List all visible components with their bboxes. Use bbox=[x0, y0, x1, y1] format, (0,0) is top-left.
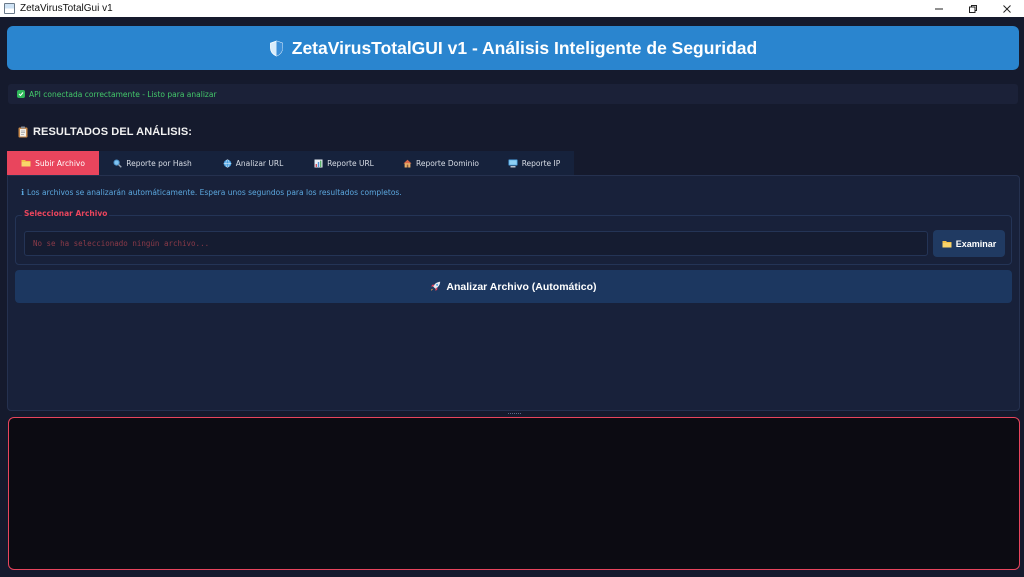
folder-icon bbox=[21, 159, 31, 167]
tab-content-panel: ℹ Los archivos se analizarán automáticam… bbox=[7, 175, 1020, 411]
tab-reporte-ip[interactable]: Reporte IP bbox=[494, 151, 574, 175]
tab-label: Subir Archivo bbox=[35, 158, 85, 168]
results-heading-text: RESULTADOS DEL ANÁLISIS: bbox=[33, 126, 193, 138]
window-controls bbox=[922, 0, 1024, 17]
file-path-placeholder: No se ha seleccionado ningún archivo... bbox=[33, 239, 210, 248]
header-banner: ZetaVirusTotalGUI v1 - Análisis Intelige… bbox=[7, 26, 1019, 70]
tab-reporte-url[interactable]: Reporte URL bbox=[300, 151, 388, 175]
tab-label: Reporte Dominio bbox=[415, 158, 480, 168]
close-icon bbox=[1003, 4, 1011, 13]
bar-chart-icon bbox=[314, 159, 323, 168]
window-title: ZetaVirusTotalGui v1 bbox=[20, 3, 113, 14]
minimize-button[interactable] bbox=[922, 0, 956, 17]
tab-label: Reporte IP bbox=[521, 158, 561, 168]
shield-icon bbox=[269, 40, 283, 56]
minimize-icon bbox=[935, 8, 943, 9]
globe-icon bbox=[223, 158, 232, 168]
splitter-handle[interactable] bbox=[508, 413, 521, 415]
folder-icon bbox=[942, 240, 952, 248]
page-title: ZetaVirusTotalGUI v1 - Análisis Intelige… bbox=[291, 37, 758, 58]
tab-label: Reporte URL bbox=[327, 158, 374, 168]
restore-button[interactable] bbox=[956, 0, 990, 17]
window-title-bar: ZetaVirusTotalGui v1 bbox=[0, 0, 1024, 17]
restore-icon bbox=[969, 4, 977, 13]
api-status-text: API conectada correctamente - Listo para… bbox=[29, 89, 217, 99]
clipboard-icon bbox=[18, 126, 28, 138]
analyze-file-button-label: Analizar Archivo (Automático) bbox=[446, 280, 597, 293]
magnifier-icon bbox=[113, 159, 122, 168]
tab-label: Reporte por Hash bbox=[126, 158, 192, 168]
group-label: Seleccionar Archivo bbox=[22, 209, 110, 218]
close-button[interactable] bbox=[990, 0, 1024, 17]
tab-reporte-hash[interactable]: Reporte por Hash bbox=[99, 151, 206, 175]
results-output-area[interactable] bbox=[8, 417, 1020, 570]
tab-subir-archivo[interactable]: Subir Archivo bbox=[7, 151, 99, 175]
api-status-bar: API conectada correctamente - Listo para… bbox=[8, 84, 1018, 104]
browse-button-label: Examinar bbox=[955, 238, 997, 249]
info-icon: ℹ bbox=[21, 188, 25, 197]
computer-icon bbox=[508, 159, 518, 168]
results-heading: RESULTADOS DEL ANÁLISIS: bbox=[18, 126, 192, 138]
browse-button[interactable]: Examinar bbox=[933, 230, 1005, 257]
app-window-icon bbox=[4, 3, 15, 14]
tab-bar: Subir Archivo Reporte por Hash Analizar … bbox=[7, 151, 574, 175]
tab-label: Analizar URL bbox=[235, 158, 284, 168]
house-icon bbox=[403, 159, 412, 168]
analyze-file-button[interactable]: Analizar Archivo (Automático) bbox=[15, 270, 1012, 303]
info-message-text: Los archivos se analizarán automáticamen… bbox=[27, 188, 402, 197]
file-path-input[interactable]: No se ha seleccionado ningún archivo... bbox=[24, 231, 928, 256]
rocket-icon bbox=[430, 281, 441, 292]
info-message: ℹ Los archivos se analizarán automáticam… bbox=[21, 188, 402, 197]
tab-reporte-dominio[interactable]: Reporte Dominio bbox=[388, 151, 494, 175]
check-icon bbox=[17, 90, 25, 98]
file-select-group: Seleccionar Archivo No se ha seleccionad… bbox=[15, 209, 1012, 265]
tab-analizar-url[interactable]: Analizar URL bbox=[206, 151, 300, 175]
